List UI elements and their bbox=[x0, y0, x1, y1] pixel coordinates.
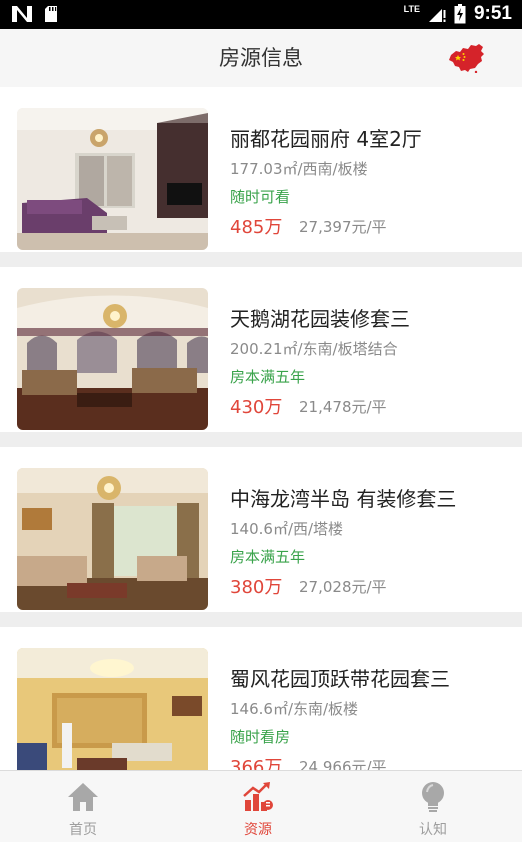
listing-price: 485万 bbox=[230, 217, 283, 238]
listing-spec: 200.21㎡/东南/板塔结合 bbox=[230, 340, 398, 358]
listing-unit-price: 27,397元/平 bbox=[299, 218, 387, 236]
listing-photo bbox=[17, 468, 208, 610]
listing-spec: 177.03㎡/西南/板楼 bbox=[230, 160, 368, 178]
tab-home-label: 首页 bbox=[69, 822, 97, 838]
listing-unit-price: 21,478元/平 bbox=[299, 398, 387, 416]
listing-title: 中海龙湾半岛 有装修套三 bbox=[230, 487, 457, 511]
resource-chart-icon bbox=[243, 782, 273, 811]
clock: 9:51 bbox=[473, 3, 512, 24]
listing-price: 430万 bbox=[230, 397, 283, 418]
listing-price: 380万 bbox=[230, 577, 283, 598]
battery-charging-icon bbox=[454, 4, 466, 24]
listing-item[interactable]: 中海龙湾半岛 有装修套三 140.6㎡/西/塔楼 房本满五年 380万 27,0… bbox=[0, 447, 522, 612]
lightbulb-icon bbox=[422, 782, 444, 812]
title-bar: 房源信息 bbox=[0, 29, 522, 87]
listing-item[interactable]: 天鹅湖花园装修套三 200.21㎡/东南/板塔结合 房本满五年 430万 21,… bbox=[0, 267, 522, 432]
listing-title: 蜀风花园顶跃带花园套三 bbox=[230, 667, 450, 691]
page-title: 房源信息 bbox=[219, 46, 303, 70]
listing-tag: 房本满五年 bbox=[230, 548, 306, 566]
listing-spec: 146.6㎡/东南/板楼 bbox=[230, 700, 359, 718]
listing-photo bbox=[17, 108, 208, 250]
listing-tag: 随时可看 bbox=[230, 188, 291, 206]
tab-resource-label: 资源 bbox=[244, 822, 272, 838]
listing-photo bbox=[17, 288, 208, 430]
china-map-icon[interactable] bbox=[448, 43, 486, 73]
listing-title: 天鹅湖花园装修套三 bbox=[230, 307, 410, 331]
status-bar: LTE 9:51 bbox=[0, 0, 522, 29]
listing-spec: 140.6㎡/西/塔楼 bbox=[230, 520, 344, 538]
listing-photo bbox=[17, 648, 208, 790]
tab-cognition-label: 认知 bbox=[419, 822, 447, 838]
tab-cognition[interactable]: 认知 bbox=[373, 771, 493, 842]
sd-card-icon bbox=[45, 6, 57, 22]
bottom-tab-bar: 首页 资源 认知 bbox=[0, 770, 522, 842]
listing-unit-price: 27,028元/平 bbox=[299, 578, 387, 596]
tab-home[interactable]: 首页 bbox=[23, 771, 143, 842]
listing-item[interactable]: 丽都花园丽府 4室2厅 177.03㎡/西南/板楼 随时可看 485万 27,3… bbox=[0, 87, 522, 252]
network-type: LTE bbox=[403, 4, 420, 14]
notification-n-icon bbox=[12, 6, 32, 22]
tab-resource[interactable]: 资源 bbox=[198, 771, 318, 842]
home-icon bbox=[68, 783, 98, 811]
listing-item[interactable]: 蜀风花园顶跃带花园套三 146.6㎡/东南/板楼 随时看房 366万 24,96… bbox=[0, 627, 522, 792]
listing-tag: 房本满五年 bbox=[230, 368, 306, 386]
listing-title: 丽都花园丽府 4室2厅 bbox=[230, 127, 422, 151]
signal-icon bbox=[428, 9, 446, 22]
listing-tag: 随时看房 bbox=[230, 728, 291, 746]
